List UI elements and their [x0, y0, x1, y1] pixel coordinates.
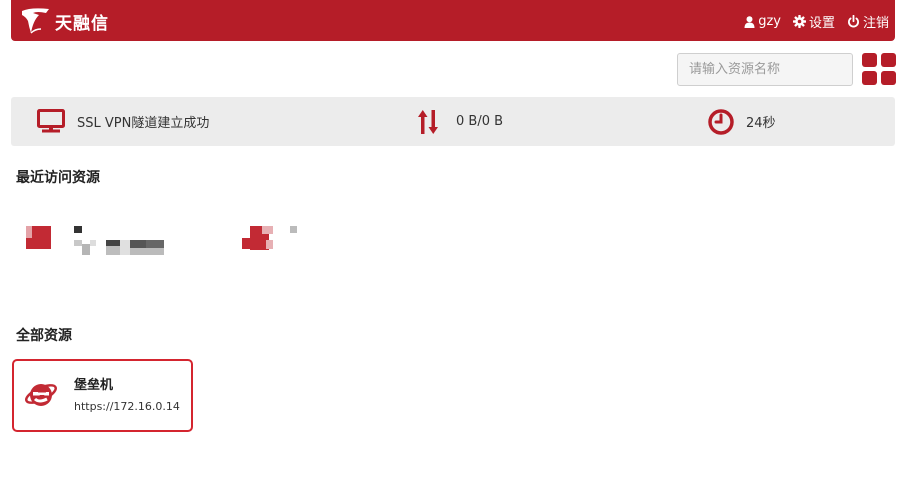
settings-button[interactable]: 设置 [792, 12, 835, 31]
brand-logo: 天融信 [19, 5, 109, 37]
duration-text: 24秒 [746, 116, 776, 131]
resource-card[interactable]: 堡垒机 https://172.16.0.14 [12, 359, 193, 432]
logout-label: 注销 [862, 16, 889, 31]
power-icon [848, 15, 859, 28]
connection-status-bar: SSL VPN隧道建立成功 0 B/0 B 24秒 [11, 97, 895, 146]
recent-resources-title: 最近访问资源 [16, 170, 100, 186]
user-icon [744, 15, 755, 28]
tunnel-status: SSL VPN隧道建立成功 [37, 97, 209, 146]
gear-icon [792, 15, 806, 28]
user-menu[interactable]: gzy [744, 14, 781, 29]
resource-name: 堡垒机 [74, 378, 114, 393]
monitor-icon [37, 109, 65, 133]
topsec-logo-icon [22, 8, 49, 34]
top-header-bar: 天融信 gzy 设置 注销 [11, 0, 895, 41]
brand-logo-text: 天融信 [55, 13, 109, 34]
recent-resource-item[interactable] [242, 218, 302, 264]
settings-label: 设置 [808, 16, 835, 31]
resource-url: https://172.16.0.14 [74, 400, 180, 413]
ie-browser-icon [25, 384, 57, 406]
resource-search-input[interactable] [677, 53, 853, 86]
resource-icon [242, 226, 297, 250]
tunnel-status-text: SSL VPN隧道建立成功 [77, 116, 210, 131]
session-duration: 24秒 [708, 97, 776, 146]
recent-resource-item[interactable] [26, 218, 171, 264]
up-down-arrows-icon [418, 109, 438, 134]
header-actions: gzy 设置 注销 [732, 12, 889, 31]
logout-button[interactable]: 注销 [847, 12, 889, 31]
username-label: gzy [758, 14, 781, 29]
all-resources-title: 全部资源 [16, 328, 72, 344]
traffic-text: 0 B/0 B [456, 114, 504, 129]
clock-icon [708, 108, 734, 135]
traffic-status: 0 B/0 B [418, 97, 503, 146]
grid-view-button[interactable] [862, 53, 896, 85]
resource-icon [26, 226, 164, 255]
grid-view-icon [862, 53, 877, 67]
